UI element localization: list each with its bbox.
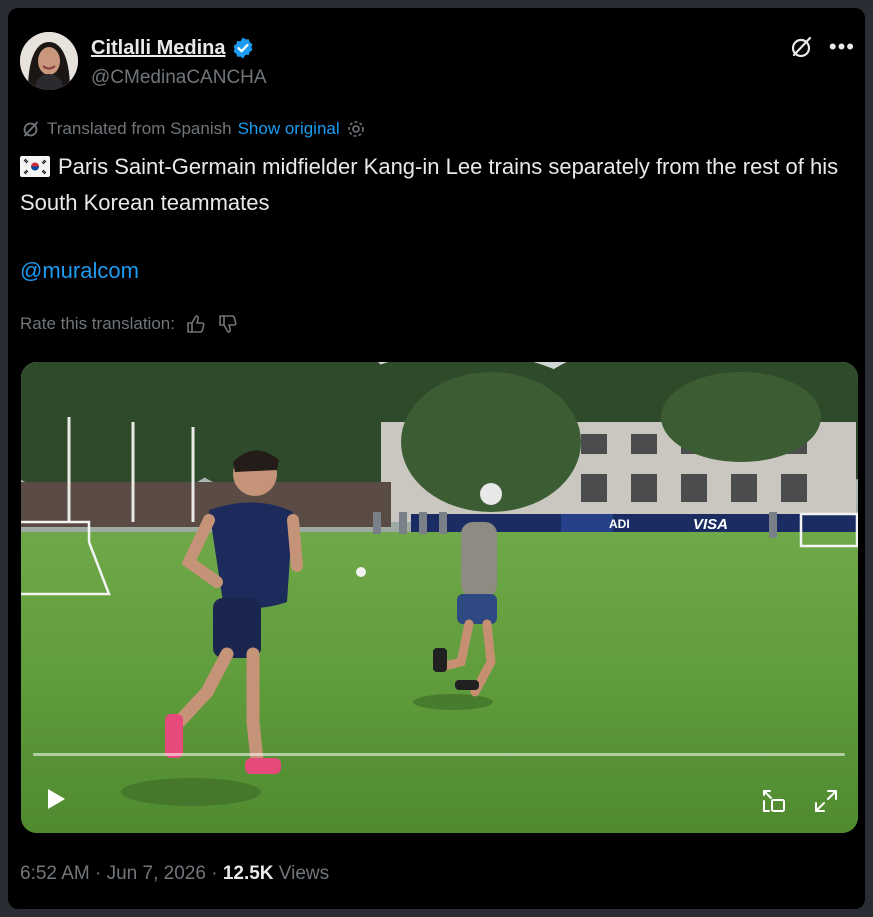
thumbs-up-icon[interactable] <box>185 313 207 335</box>
meta-separator: · <box>211 863 218 884</box>
user-handle[interactable]: @CMedinaCANCHA <box>91 67 267 89</box>
grok-translate-icon <box>23 121 38 137</box>
meta-separator: · <box>95 863 102 884</box>
play-icon[interactable] <box>45 787 67 811</box>
thumbs-down-icon[interactable] <box>217 313 239 335</box>
ad-board-visa: VISA <box>693 516 728 533</box>
display-name[interactable]: Citlalli Medina <box>91 37 225 60</box>
rate-label: Rate this translation: <box>20 314 175 333</box>
avatar[interactable] <box>20 32 78 90</box>
author-name-row: Citlalli Medina <box>91 36 255 60</box>
show-original-link[interactable]: Show original <box>238 119 340 139</box>
views-count: 12.5K <box>222 863 274 884</box>
tweet-card: Citlalli Medina @CMedinaCANCHA ••• Trans… <box>8 8 865 909</box>
tweet-body: Paris Saint-Germain midfielder Kang-in L… <box>20 154 839 215</box>
rate-translation: Rate this translation: <box>20 313 239 335</box>
ad-board-adi: ADI <box>609 517 630 531</box>
south-korea-flag-icon <box>20 156 50 177</box>
video-frame: ADI VISA <box>21 362 858 833</box>
fullscreen-icon[interactable] <box>812 787 840 815</box>
tweet-text: Paris Saint-Germain midfielder Kang-in L… <box>20 149 850 221</box>
video-progress-bar[interactable] <box>33 753 845 756</box>
video-player[interactable]: ADI VISA <box>21 362 858 833</box>
verified-badge-icon <box>234 37 253 59</box>
mention-link[interactable]: @muralcom <box>20 258 139 284</box>
tweet-time[interactable]: 6:52 AM <box>20 863 90 884</box>
tweet-meta: 6:52 AM · Jun 7, 2026 · 12.5K Views <box>20 863 329 885</box>
tweet-actions-top: ••• <box>789 34 855 60</box>
tweet-date[interactable]: Jun 7, 2026 <box>107 863 206 884</box>
views-label: Views <box>278 863 330 884</box>
translation-notice: Translated from Spanish Show original <box>21 119 366 139</box>
grok-icon[interactable] <box>789 34 815 60</box>
picture-in-picture-icon[interactable] <box>760 787 788 815</box>
translated-label: Translated from Spanish <box>47 119 232 138</box>
settings-gear-icon[interactable] <box>346 119 366 139</box>
more-options-icon[interactable]: ••• <box>829 36 855 58</box>
